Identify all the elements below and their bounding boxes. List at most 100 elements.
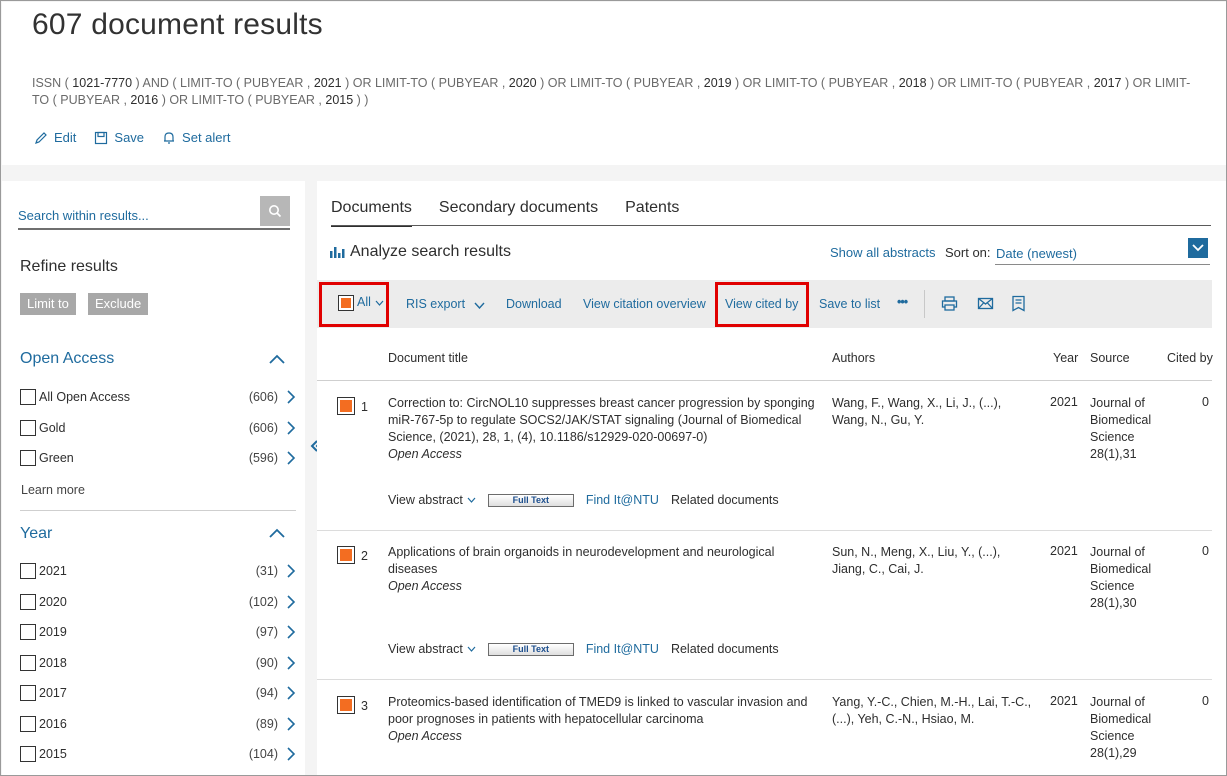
full-text-button[interactable]: Full Text	[487, 642, 574, 656]
tab-secondary-documents[interactable]: Secondary documents	[439, 199, 598, 227]
full-text-button[interactable]: Full Text	[487, 493, 574, 507]
facet-checkbox[interactable]	[20, 746, 36, 762]
view-abstract-button[interactable]: View abstract	[388, 642, 476, 656]
limit-to-button[interactable]: Limit to	[20, 293, 76, 315]
search-within-input[interactable]	[18, 204, 253, 226]
tab-documents[interactable]: Documents	[331, 199, 412, 227]
result-cited-by[interactable]: 0	[1202, 694, 1209, 708]
column-header-cited-by[interactable]: Cited by	[1167, 351, 1213, 365]
related-documents-link[interactable]: Related documents	[671, 642, 779, 656]
learn-more-link[interactable]: Learn more	[21, 483, 85, 497]
set-alert-button[interactable]: Set alert	[162, 130, 230, 145]
view-abstract-button[interactable]: View abstract	[388, 493, 476, 507]
chevron-up-icon[interactable]	[269, 354, 285, 364]
open-access-facet-row[interactable]: Gold (606)	[20, 419, 298, 439]
facet-count: (606)	[248, 420, 278, 435]
query-part: 2015	[325, 93, 354, 107]
chevron-down-icon[interactable]	[474, 302, 485, 309]
result-title-link[interactable]: Correction to: CircNOL10 suppresses brea…	[388, 395, 818, 446]
result-authors[interactable]: Wang, F., Wang, X., Li, J., (...), Wang,…	[832, 395, 1037, 429]
chevron-right-icon[interactable]	[286, 390, 296, 404]
result-title-link[interactable]: Proteomics-based identification of TMED9…	[388, 694, 818, 728]
facet-checkbox[interactable]	[20, 685, 36, 701]
column-header-title[interactable]: Document title	[388, 351, 468, 365]
facet-label: Green	[39, 451, 74, 465]
bibliography-icon[interactable]	[1010, 295, 1027, 312]
facet-checkbox[interactable]	[20, 654, 36, 671]
result-tabs: Documents Secondary documents Patents	[331, 199, 679, 227]
find-it-link[interactable]: Find It@NTU	[586, 642, 659, 656]
view-citation-overview-button[interactable]: View citation overview	[583, 297, 706, 311]
result-cited-by[interactable]: 0	[1202, 395, 1209, 409]
year-facet-row[interactable]: 2020 (102)	[20, 593, 298, 613]
result-checkbox[interactable]	[337, 696, 355, 714]
year-facet-row[interactable]: 2021 (31)	[20, 562, 298, 582]
facet-checkbox[interactable]	[20, 450, 36, 466]
facet-checkbox[interactable]	[20, 593, 36, 610]
year-facet-title[interactable]: Year	[20, 525, 52, 543]
column-header-source[interactable]: Source	[1090, 351, 1130, 365]
chevron-up-icon[interactable]	[269, 528, 285, 538]
chevron-right-icon[interactable]	[286, 451, 296, 465]
open-access-label: Open Access	[388, 447, 462, 461]
result-source[interactable]: Journal of Biomedical Science 28(1),30	[1090, 544, 1170, 612]
year-facet-row[interactable]: 2019 (97)	[20, 623, 298, 643]
results-header: 607 document results ISSN ( 1021-7770 ) …	[2, 2, 1226, 165]
search-within-button[interactable]	[260, 196, 290, 226]
tab-patents[interactable]: Patents	[625, 199, 679, 227]
open-access-facet-row[interactable]: Green (596)	[20, 449, 298, 469]
chevron-right-icon[interactable]	[286, 420, 296, 435]
chevron-right-icon[interactable]	[286, 655, 296, 670]
year-facet-row[interactable]: 2017 (94)	[20, 684, 298, 704]
column-header-year[interactable]: Year	[1053, 351, 1078, 365]
save-label: Save	[114, 130, 145, 145]
sort-select[interactable]: Date (newest)	[995, 237, 1210, 265]
facet-checkbox[interactable]	[20, 419, 36, 436]
edit-button[interactable]: Edit	[34, 130, 76, 145]
download-button[interactable]: Download	[506, 297, 562, 311]
save-button[interactable]: Save	[94, 130, 144, 145]
result-checkbox[interactable]	[337, 546, 355, 564]
save-to-list-button[interactable]: Save to list	[819, 297, 880, 311]
email-icon[interactable]	[977, 295, 994, 312]
year-facet-row[interactable]: 2015 (104)	[20, 745, 298, 765]
chevron-down-icon	[467, 497, 476, 503]
facet-count: (94)	[255, 686, 278, 700]
chevron-right-icon[interactable]	[286, 564, 296, 578]
facet-label: 2021	[39, 564, 67, 578]
result-source[interactable]: Journal of Biomedical Science 28(1),31	[1090, 395, 1170, 463]
year-facet-row[interactable]: 2016 (89)	[20, 715, 298, 735]
row-divider	[317, 679, 1212, 680]
result-cited-by[interactable]: 0	[1202, 544, 1209, 558]
year-facet-row[interactable]: 2018 (90)	[20, 654, 298, 674]
facet-checkbox[interactable]	[20, 624, 36, 640]
result-authors[interactable]: Yang, Y.-C., Chien, M.-H., Lai, T.-C., (…	[832, 694, 1037, 728]
facet-checkbox[interactable]	[20, 563, 36, 579]
query-part: 2021	[313, 76, 342, 90]
analyze-search-results-link[interactable]: Analyze search results	[329, 243, 511, 261]
chevron-right-icon[interactable]	[286, 747, 296, 761]
print-icon[interactable]	[941, 295, 958, 312]
facet-label: 2016	[39, 716, 67, 731]
result-source[interactable]: Journal of Biomedical Science 28(1),29	[1090, 694, 1170, 762]
result-checkbox[interactable]	[337, 397, 355, 415]
show-all-abstracts-link[interactable]: Show all abstracts	[830, 245, 936, 260]
chevron-right-icon[interactable]	[286, 716, 296, 731]
result-authors[interactable]: Sun, N., Meng, X., Liu, Y., (...), Jiang…	[832, 544, 1037, 578]
exclude-button[interactable]: Exclude	[88, 293, 149, 315]
open-access-facet-title[interactable]: Open Access	[20, 350, 114, 368]
find-it-link[interactable]: Find It@NTU	[586, 493, 659, 507]
facet-label: All Open Access	[39, 390, 131, 404]
open-access-facet-row[interactable]: All Open Access (606)	[20, 388, 298, 408]
chevron-right-icon[interactable]	[286, 594, 296, 609]
chevron-right-icon[interactable]	[286, 625, 296, 639]
set-alert-label: Set alert	[182, 130, 231, 145]
facet-checkbox[interactable]	[20, 389, 36, 405]
more-options-button[interactable]: •••	[897, 295, 908, 309]
ris-export-button[interactable]: RIS export	[406, 297, 465, 311]
chevron-right-icon[interactable]	[286, 686, 296, 700]
column-header-authors[interactable]: Authors	[832, 351, 875, 365]
result-title-link[interactable]: Applications of brain organoids in neuro…	[388, 544, 818, 578]
related-documents-link[interactable]: Related documents	[671, 493, 779, 507]
facet-checkbox[interactable]	[20, 715, 36, 732]
